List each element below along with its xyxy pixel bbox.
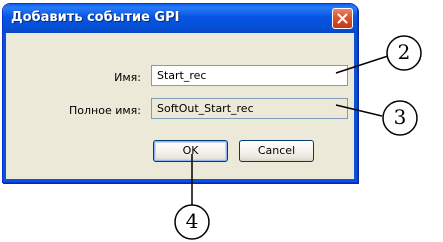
close-button[interactable] xyxy=(332,8,353,29)
dialog-body: Имя: Start_rec Полное имя: SoftOut_Start… xyxy=(6,33,354,179)
callout-2-number: 2 xyxy=(397,40,411,64)
callout-3-number: 3 xyxy=(393,105,407,129)
add-gpi-event-dialog: Добавить событие GPI Имя: Start_rec Полн… xyxy=(2,3,358,183)
name-label: Имя: xyxy=(114,71,141,84)
close-icon xyxy=(337,13,348,24)
ok-button[interactable]: OK xyxy=(153,140,228,162)
callout-4-number: 4 xyxy=(185,209,199,233)
screenshot-scene: Добавить событие GPI Имя: Start_rec Полн… xyxy=(0,0,443,242)
full-name-label: Полное имя: xyxy=(69,104,141,117)
window-frame-right xyxy=(354,33,357,182)
title-bar[interactable]: Добавить событие GPI xyxy=(3,4,357,33)
cancel-button[interactable]: Cancel xyxy=(239,140,314,162)
dialog-title: Добавить событие GPI xyxy=(11,10,180,25)
full-name-field: SoftOut_Start_rec xyxy=(151,98,348,119)
window-frame-bottom xyxy=(3,179,357,182)
name-input[interactable]: Start_rec xyxy=(151,65,348,86)
